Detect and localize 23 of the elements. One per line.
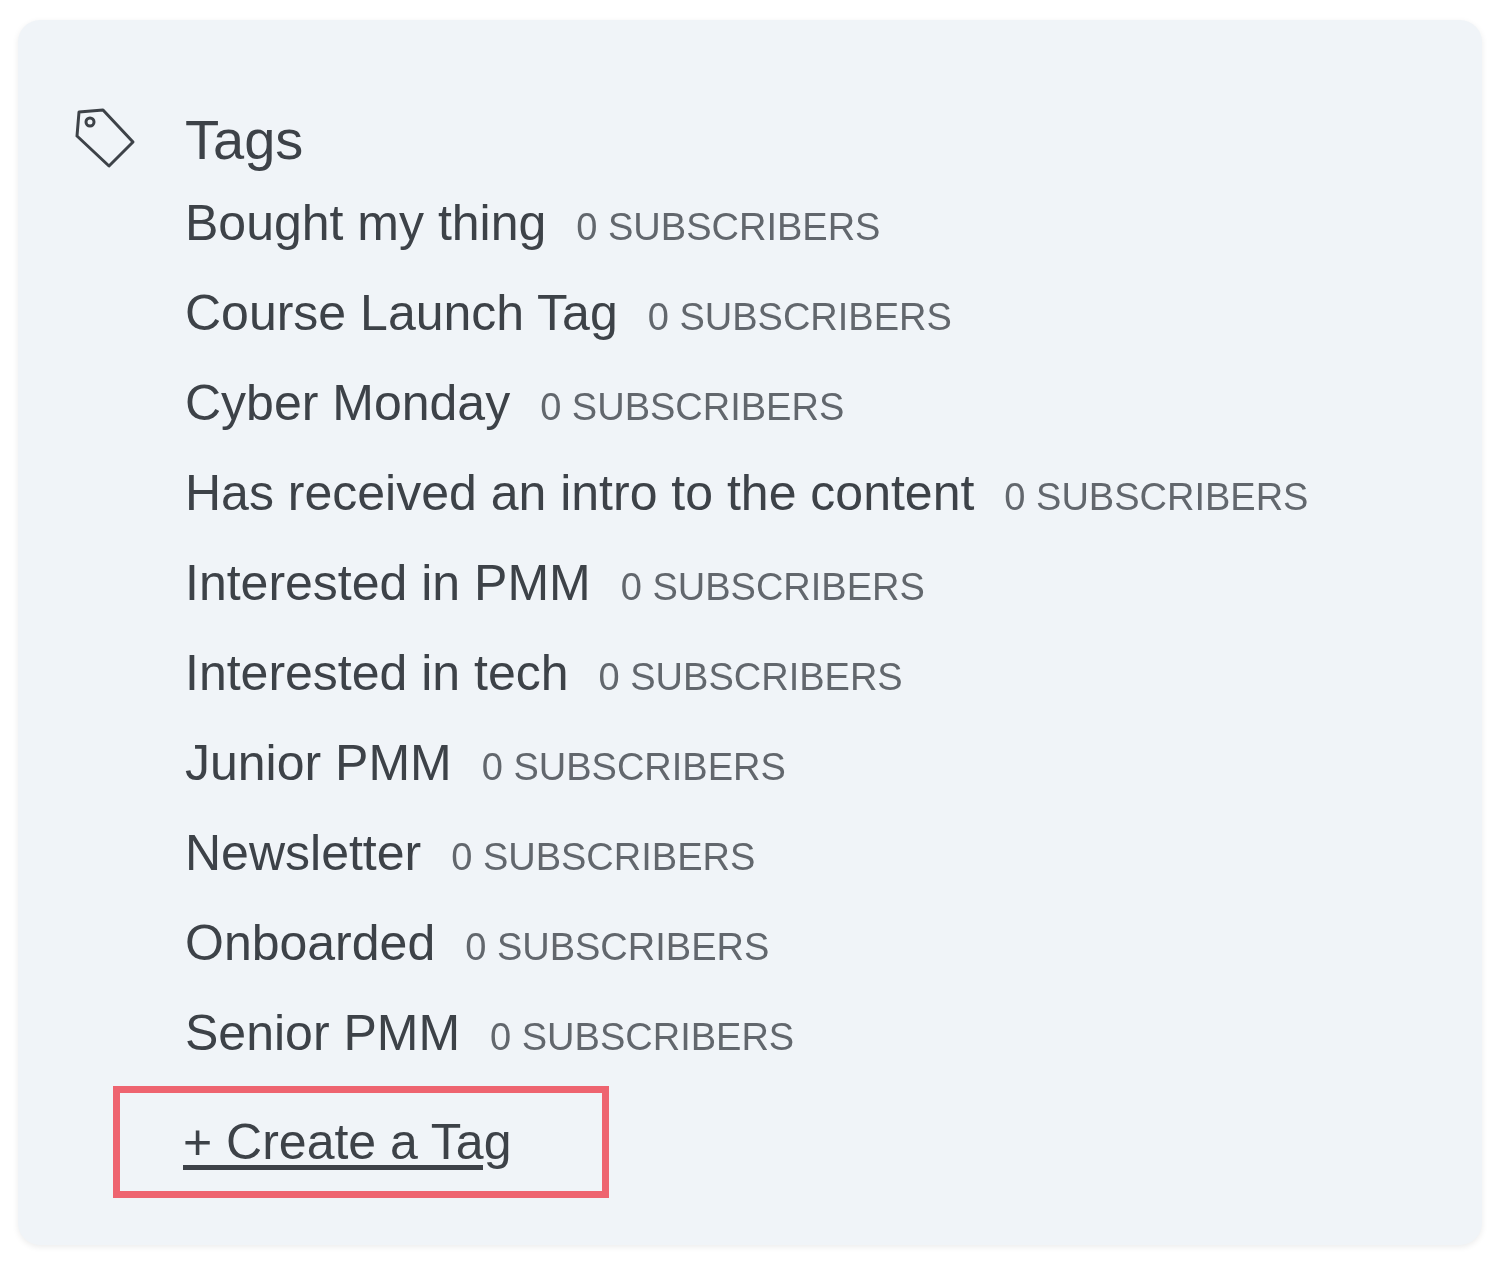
tag-name[interactable]: Onboarded: [185, 914, 436, 972]
tag-name[interactable]: Junior PMM: [185, 734, 452, 792]
tag-name[interactable]: Interested in PMM: [185, 554, 591, 612]
subscriber-count: 0 SUBSCRIBERS: [598, 656, 903, 699]
tag-icon: [73, 106, 137, 170]
tag-name[interactable]: Has received an intro to the content: [185, 464, 975, 522]
subscriber-count: 0 SUBSCRIBERS: [465, 926, 770, 969]
subscriber-count: 0 SUBSCRIBERS: [451, 836, 756, 879]
subscriber-count: 0 SUBSCRIBERS: [540, 386, 845, 429]
subscriber-count: 0 SUBSCRIBERS: [620, 566, 925, 609]
subscriber-count: 0 SUBSCRIBERS: [490, 1016, 795, 1059]
tag-name[interactable]: Newsletter: [185, 824, 422, 882]
create-tag-link[interactable]: + Create a Tag: [183, 1113, 512, 1171]
tag-name[interactable]: Senior PMM: [185, 1004, 461, 1062]
subscriber-count: 0 SUBSCRIBERS: [1004, 476, 1309, 519]
subscriber-count: 0 SUBSCRIBERS: [576, 206, 881, 249]
tags-title: Tags: [185, 107, 305, 173]
tag-name[interactable]: Bought my thing: [185, 194, 547, 252]
tag-name[interactable]: Course Launch Tag: [185, 284, 618, 342]
tag-name[interactable]: Cyber Monday: [185, 374, 511, 432]
subscriber-count: 0 SUBSCRIBERS: [647, 296, 952, 339]
tag-name[interactable]: Interested in tech: [185, 644, 569, 702]
subscriber-count: 0 SUBSCRIBERS: [481, 746, 786, 789]
